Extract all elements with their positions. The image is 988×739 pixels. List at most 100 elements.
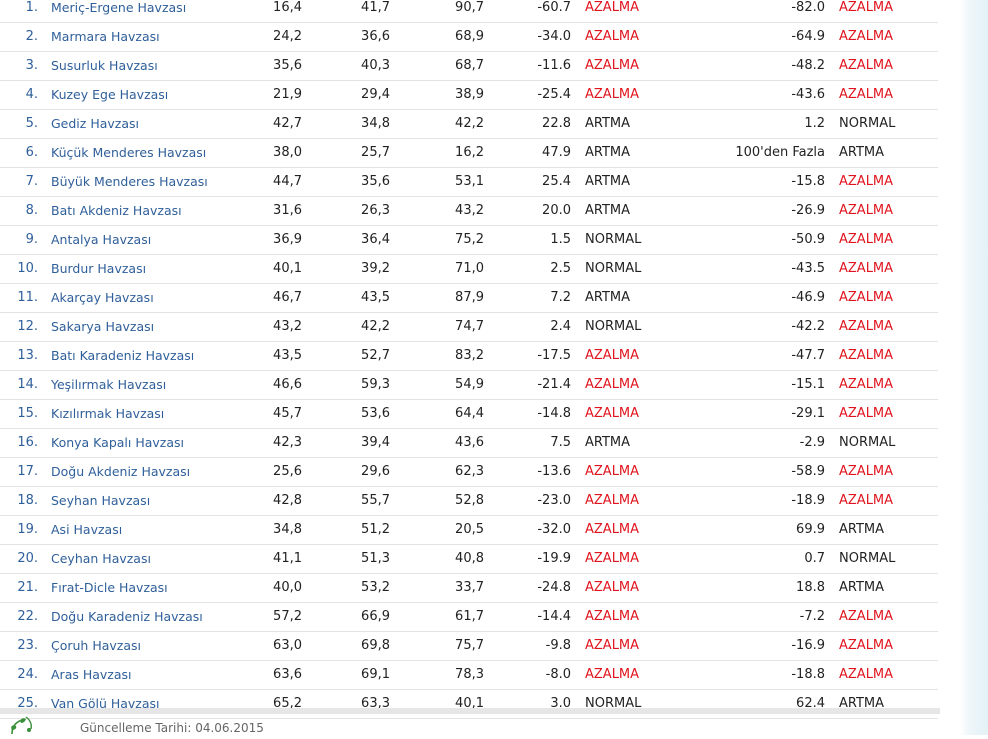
row-index: 19. bbox=[17, 522, 38, 537]
table-row: 12. Sakarya Havzası 43,2 42,2 74,7 2.4 NORMAL -… bbox=[0, 313, 938, 342]
basin-name-link[interactable]: Doğu Karadeniz Havzası bbox=[51, 603, 203, 631]
change-percent-2: 69.9 bbox=[796, 522, 825, 537]
status-1: AZALMA bbox=[585, 551, 640, 566]
basin-name-link[interactable]: Doğu Akdeniz Havzası bbox=[51, 458, 190, 486]
status-1: ARTMA bbox=[585, 290, 631, 305]
basin-name-link[interactable]: Küçük Menderes Havzası bbox=[51, 139, 206, 167]
status-2: AZALMA bbox=[839, 638, 894, 653]
basin-name-link[interactable]: Asi Havzası bbox=[51, 516, 122, 544]
basin-name-link[interactable]: Büyük Menderes Havzası bbox=[51, 168, 208, 196]
basin-name-link[interactable]: Kızılırmak Havzası bbox=[51, 400, 164, 428]
change-percent-2: -58.9 bbox=[791, 464, 825, 479]
value-col-2: 51,2 bbox=[361, 522, 390, 537]
status-1: AZALMA bbox=[585, 580, 640, 595]
change-percent-2: 1.2 bbox=[804, 116, 825, 131]
row-index: 1. bbox=[25, 0, 38, 15]
change-percent-2: -15.1 bbox=[791, 377, 825, 392]
basin-name-link[interactable]: Ceyhan Havzası bbox=[51, 545, 151, 573]
value-col-3: 71,0 bbox=[455, 261, 484, 276]
change-percent-2: -7.2 bbox=[799, 609, 825, 624]
table-row: 19. Asi Havzası 34,8 51,2 20,5 -32.0 AZALMA 69.… bbox=[0, 516, 938, 545]
value-col-3: 68,7 bbox=[455, 58, 484, 73]
value-col-1: 42,7 bbox=[273, 116, 302, 131]
status-2: AZALMA bbox=[839, 290, 894, 305]
value-col-1: 57,2 bbox=[273, 609, 302, 624]
status-1: ARTMA bbox=[585, 203, 631, 218]
change-percent-2: -48.2 bbox=[791, 58, 825, 73]
basin-name-link[interactable]: Seyhan Havzası bbox=[51, 487, 150, 515]
table-row: 15. Kızılırmak Havzası 45,7 53,6 64,4 -14.8 AZ… bbox=[0, 400, 938, 429]
change-percent-1: -13.6 bbox=[537, 464, 571, 479]
value-col-2: 34,8 bbox=[361, 116, 390, 131]
change-percent-2: -26.9 bbox=[791, 203, 825, 218]
table-row: 14. Yeşilırmak Havzası 46,6 59,3 54,9 -21.4 AZ… bbox=[0, 371, 938, 400]
row-index: 15. bbox=[17, 406, 38, 421]
value-col-2: 42,2 bbox=[361, 319, 390, 334]
status-2: ARTMA bbox=[839, 580, 885, 595]
change-percent-2: 0.7 bbox=[804, 551, 825, 566]
value-col-3: 75,2 bbox=[455, 232, 484, 247]
basin-name-link[interactable]: Kuzey Ege Havzası bbox=[51, 81, 168, 109]
value-col-1: 24,2 bbox=[273, 29, 302, 44]
row-index: 14. bbox=[17, 377, 38, 392]
value-col-1: 16,4 bbox=[273, 0, 302, 15]
value-col-1: 35,6 bbox=[273, 58, 302, 73]
value-col-1: 46,7 bbox=[273, 290, 302, 305]
basin-name-link[interactable]: Antalya Havzası bbox=[51, 226, 151, 254]
change-percent-1: -11.6 bbox=[537, 58, 571, 73]
status-1: AZALMA bbox=[585, 87, 640, 102]
basin-name-link[interactable]: Akarçay Havzası bbox=[51, 284, 154, 312]
change-percent-1: -14.8 bbox=[537, 406, 571, 421]
row-index: 21. bbox=[17, 580, 38, 595]
change-percent-1: -34.0 bbox=[537, 29, 571, 44]
change-percent-1: -23.0 bbox=[537, 493, 571, 508]
value-col-3: 52,8 bbox=[455, 493, 484, 508]
value-col-1: 38,0 bbox=[273, 145, 302, 160]
basin-name-link[interactable]: Susurluk Havzası bbox=[51, 52, 158, 80]
basin-name-link[interactable]: Burdur Havzası bbox=[51, 255, 146, 283]
basin-name-link[interactable]: Aras Havzası bbox=[51, 661, 132, 689]
basin-name-link[interactable]: Konya Kapalı Havzası bbox=[51, 429, 184, 457]
change-percent-2: -16.9 bbox=[791, 638, 825, 653]
basin-name-link[interactable]: Meriç-Ergene Havzası bbox=[51, 0, 186, 22]
value-col-2: 39,2 bbox=[361, 261, 390, 276]
value-col-3: 53,1 bbox=[455, 174, 484, 189]
table-row: 11. Akarçay Havzası 46,7 43,5 87,9 7.2 ARTMA -4… bbox=[0, 284, 938, 313]
basin-name-link[interactable]: Fırat-Dicle Havzası bbox=[51, 574, 168, 602]
update-date: Güncelleme Tarihi: 04.06.2015 bbox=[80, 721, 264, 735]
basin-name-link[interactable]: Batı Akdeniz Havzası bbox=[51, 197, 182, 225]
value-col-1: 41,1 bbox=[273, 551, 302, 566]
basin-name-link[interactable]: Marmara Havzası bbox=[51, 23, 160, 51]
basin-name-link[interactable]: Batı Karadeniz Havzası bbox=[51, 342, 194, 370]
basin-name-link[interactable]: Yeşilırmak Havzası bbox=[51, 371, 166, 399]
value-col-3: 20,5 bbox=[455, 522, 484, 537]
table-row: 20. Ceyhan Havzası 41,1 51,3 40,8 -19.9 AZALMA… bbox=[0, 545, 938, 574]
row-index: 22. bbox=[17, 609, 38, 624]
change-percent-2: -18.8 bbox=[791, 667, 825, 682]
basin-name-link[interactable]: Çoruh Havzası bbox=[51, 632, 141, 660]
table-row: 5. Gediz Havzası 42,7 34,8 42,2 22.8 ARTMA 1.2 N… bbox=[0, 110, 938, 139]
change-percent-1: 22.8 bbox=[542, 116, 571, 131]
value-col-1: 42,8 bbox=[273, 493, 302, 508]
change-percent-1: 1.5 bbox=[550, 232, 571, 247]
row-index: 8. bbox=[25, 203, 38, 218]
basin-name-link[interactable]: Gediz Havzası bbox=[51, 110, 139, 138]
status-1: AZALMA bbox=[585, 29, 640, 44]
row-index: 24. bbox=[17, 667, 38, 682]
change-percent-1: -60.7 bbox=[537, 0, 571, 15]
status-2: NORMAL bbox=[839, 116, 896, 131]
change-percent-2: -29.1 bbox=[791, 406, 825, 421]
row-index: 23. bbox=[17, 638, 38, 653]
value-col-2: 25,7 bbox=[361, 145, 390, 160]
value-col-2: 66,9 bbox=[361, 609, 390, 624]
value-col-3: 90,7 bbox=[455, 0, 484, 15]
table-row: 1. Meriç-Ergene Havzası 16,4 41,7 90,7 -60.7 A… bbox=[0, 0, 938, 23]
status-1: AZALMA bbox=[585, 609, 640, 624]
basin-name-link[interactable]: Sakarya Havzası bbox=[51, 313, 154, 341]
change-percent-1: 2.5 bbox=[550, 261, 571, 276]
row-index: 7. bbox=[25, 174, 38, 189]
status-1: AZALMA bbox=[585, 493, 640, 508]
value-col-1: 45,7 bbox=[273, 406, 302, 421]
change-percent-2: -42.2 bbox=[791, 319, 825, 334]
status-2: AZALMA bbox=[839, 406, 894, 421]
